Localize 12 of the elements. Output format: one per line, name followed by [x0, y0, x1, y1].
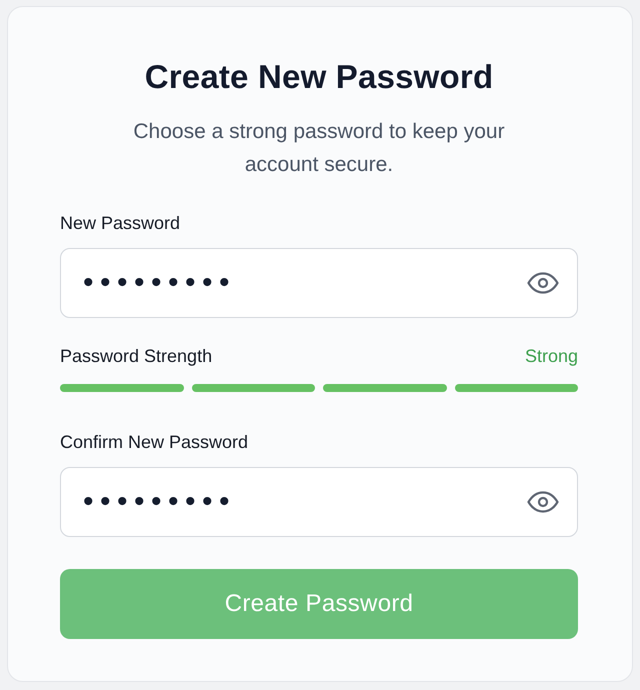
password-field[interactable]: •••••••••: [60, 248, 578, 318]
masked-password: •••••••••: [83, 266, 238, 300]
password-field[interactable]: •••••••••: [60, 467, 578, 537]
eye-icon[interactable]: [527, 272, 559, 294]
strength-label: Password Strength: [60, 345, 212, 367]
subtitle: Choose a strong password to keep your account secure.: [132, 119, 506, 178]
field-label: Confirm New Password: [60, 431, 250, 453]
masked-password: •••••••••: [83, 485, 238, 519]
field-label: New Password: [60, 212, 182, 234]
eye-icon[interactable]: [527, 491, 559, 513]
strength-reading: Strong: [524, 345, 578, 367]
page-title: Create New Password: [144, 57, 494, 97]
